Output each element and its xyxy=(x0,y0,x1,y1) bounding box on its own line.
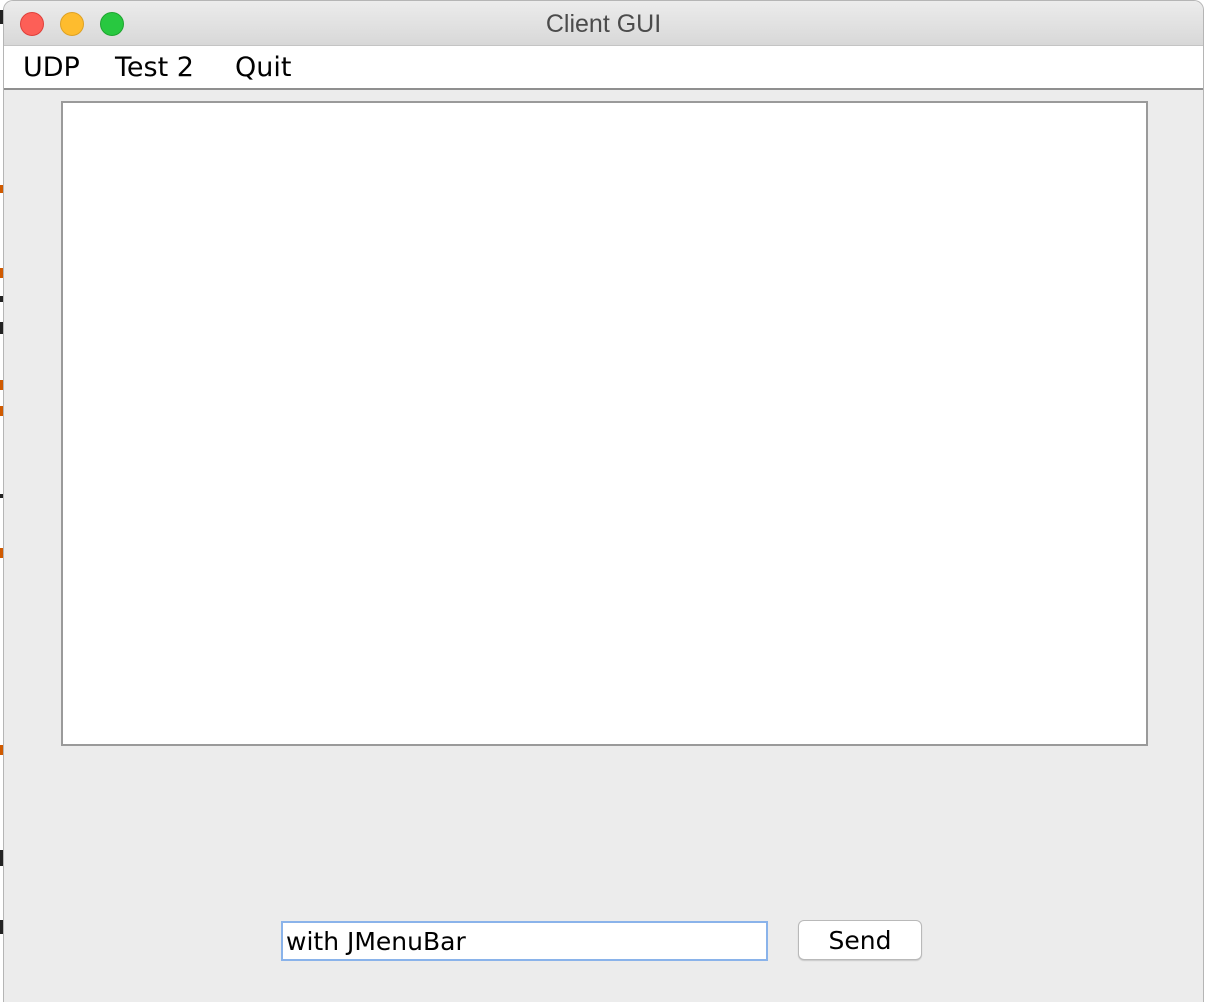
menu-quit[interactable]: Quit xyxy=(235,52,291,83)
menu-udp[interactable]: UDP xyxy=(23,52,80,83)
title-bar[interactable]: Client GUI xyxy=(4,1,1203,46)
send-button[interactable]: Send xyxy=(798,920,922,960)
window-title: Client GUI xyxy=(545,10,662,38)
message-output-area[interactable] xyxy=(61,101,1148,746)
menu-test-2[interactable]: Test 2 xyxy=(115,52,194,83)
client-window: Client GUI UDP Test 2 Quit Send xyxy=(3,0,1204,1002)
menu-bar: UDP Test 2 Quit xyxy=(4,46,1203,90)
message-input[interactable] xyxy=(281,921,768,961)
